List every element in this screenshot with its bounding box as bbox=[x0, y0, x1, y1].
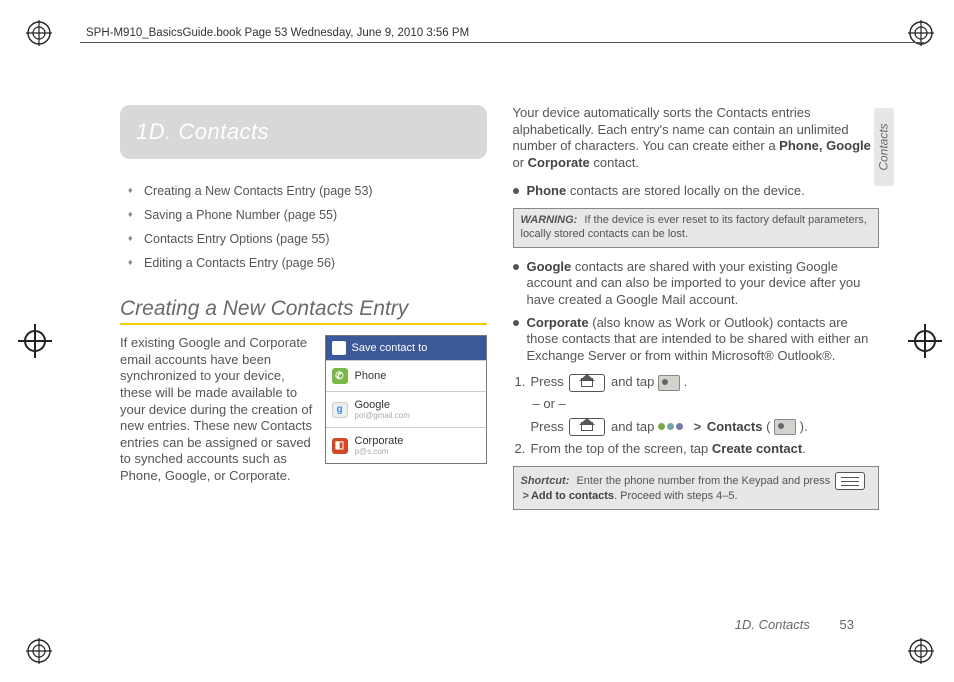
warning-box: WARNING: If the device is ever reset to … bbox=[513, 208, 880, 248]
or-line: – or – bbox=[531, 396, 566, 411]
toc-item: Saving a Phone Number (page 55) bbox=[128, 203, 487, 227]
phone-icon: ✆ bbox=[332, 368, 348, 384]
bullet-phone: Phone contacts are stored locally on the… bbox=[513, 180, 880, 203]
google-icon: g bbox=[332, 402, 348, 418]
contacts-app-icon bbox=[658, 375, 680, 391]
step-1: 1. Press and tap . – or – Press and tap … bbox=[515, 371, 880, 437]
chevron-right-icon: > bbox=[521, 490, 531, 502]
popup-row-sub: p@s.com bbox=[355, 447, 404, 456]
home-key-icon bbox=[569, 418, 605, 436]
popup-row-phone: ✆ Phone bbox=[326, 360, 486, 391]
shortcut-label: Shortcut: bbox=[521, 475, 570, 487]
home-key-icon bbox=[569, 374, 605, 392]
popup-title: Save contact to bbox=[352, 342, 428, 354]
chapter-box: 1D. Contacts bbox=[120, 105, 487, 159]
header-rule bbox=[80, 42, 924, 43]
chapter-title: 1D. Contacts bbox=[136, 119, 471, 145]
popup-row-google: g Googlepol@gmail.com bbox=[326, 391, 486, 427]
warning-label: WARNING: bbox=[521, 214, 578, 226]
side-tab-label: Contacts bbox=[877, 123, 891, 170]
cross-mark-left bbox=[18, 324, 52, 358]
right-column: Your device automatically sorts the Cont… bbox=[513, 105, 880, 612]
print-header: SPH-M910_BasicsGuide.book Page 53 Wednes… bbox=[86, 27, 469, 39]
page-footer: 1D. Contacts 53 bbox=[735, 617, 854, 632]
bullet-corporate: Corporate (also know as Work or Outlook)… bbox=[513, 312, 880, 368]
cross-mark-right bbox=[908, 324, 942, 358]
bullet-google: Google contacts are shared with your exi… bbox=[513, 256, 880, 312]
toc-item: Creating a New Contacts Entry (page 53) bbox=[128, 179, 487, 203]
toc-item: Editing a Contacts Entry (page 56) bbox=[128, 251, 487, 275]
step-2: 2. From the top of the screen, tap Creat… bbox=[515, 438, 880, 460]
popup-titlebar: Save contact to bbox=[326, 336, 486, 360]
save-icon bbox=[332, 341, 346, 355]
toc-item: Contacts Entry Options (page 55) bbox=[128, 227, 487, 251]
lead-paragraph: Your device automatically sorts the Cont… bbox=[513, 105, 880, 172]
corporate-icon: ◧ bbox=[332, 438, 348, 454]
shortcut-box: Shortcut: Enter the phone number from th… bbox=[513, 466, 880, 510]
popup-row-sub: pol@gmail.com bbox=[355, 411, 410, 420]
reg-mark-top-left bbox=[26, 20, 52, 46]
toc-list: Creating a New Contacts Entry (page 53) … bbox=[128, 179, 487, 275]
popup-row-label: Google bbox=[355, 399, 390, 411]
section-heading: Creating a New Contacts Entry bbox=[120, 297, 487, 321]
contacts-app-icon bbox=[774, 419, 796, 435]
reg-mark-bottom-left bbox=[26, 638, 52, 664]
section-rule bbox=[120, 323, 487, 325]
left-column: 1D. Contacts Creating a New Contacts Ent… bbox=[120, 105, 487, 612]
apps-dots-icon bbox=[658, 420, 688, 434]
reg-mark-bottom-right bbox=[908, 638, 934, 664]
popup-row-label: Corporate bbox=[355, 435, 404, 447]
footer-page-number: 53 bbox=[840, 617, 854, 632]
menu-key-icon bbox=[835, 472, 865, 490]
save-contact-popup: Save contact to ✆ Phone g Googlepol@gmai… bbox=[325, 335, 487, 464]
popup-row-corporate: ◧ Corporatep@s.com bbox=[326, 427, 486, 463]
popup-row-label: Phone bbox=[355, 370, 387, 382]
footer-title: 1D. Contacts bbox=[735, 617, 810, 632]
chevron-right-icon: > bbox=[692, 419, 704, 434]
